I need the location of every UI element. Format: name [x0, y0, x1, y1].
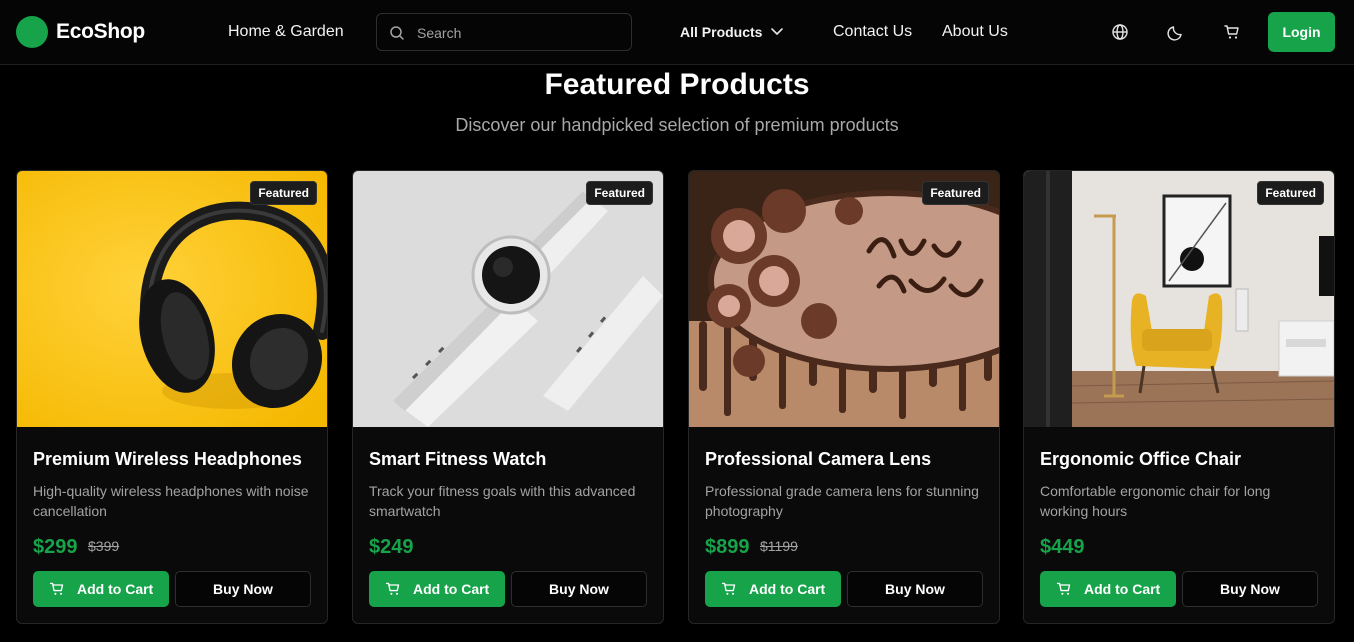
add-to-cart-label: Add to Cart [77, 581, 154, 597]
product-description: Comfortable ergonomic chair for long wor… [1040, 483, 1271, 519]
cart-icon[interactable] [1222, 22, 1242, 42]
add-to-cart-button[interactable]: Add to Cart [33, 571, 169, 607]
product-name[interactable]: Professional Camera Lens [705, 449, 931, 470]
moon-icon[interactable] [1166, 22, 1186, 42]
buy-now-button[interactable]: Buy Now [1182, 571, 1318, 607]
add-to-cart-label: Add to Cart [749, 581, 826, 597]
add-to-cart-button[interactable]: Add to Cart [1040, 571, 1176, 607]
product-card[interactable]: Featured Premium Wireless Headphones Hig… [16, 170, 328, 624]
brand-logo-icon[interactable] [16, 16, 48, 48]
section-subtitle: Discover our handpicked selection of pre… [455, 115, 899, 135]
buy-now-button[interactable]: Buy Now [847, 571, 983, 607]
buy-now-button[interactable]: Buy Now [511, 571, 647, 607]
add-to-cart-label: Add to Cart [413, 581, 490, 597]
featured-badge: Featured [250, 181, 317, 205]
globe-icon[interactable] [1110, 22, 1130, 42]
product-price: $449 [1040, 536, 1085, 558]
nav-link-about[interactable]: About Us [942, 23, 1008, 41]
featured-badge: Featured [586, 181, 653, 205]
product-description: Track your fitness goals with this advan… [369, 483, 636, 519]
add-to-cart-button[interactable]: Add to Cart [369, 571, 505, 607]
login-button[interactable]: Login [1268, 12, 1335, 52]
product-old-price: $399 [88, 538, 120, 554]
add-to-cart-button[interactable]: Add to Cart [705, 571, 841, 607]
featured-badge: Featured [922, 181, 989, 205]
product-name[interactable]: Smart Fitness Watch [369, 449, 546, 470]
all-products-dropdown[interactable]: All Products [680, 24, 762, 40]
product-description: Professional grade camera lens for stunn… [705, 483, 979, 519]
product-name[interactable]: Premium Wireless Headphones [33, 449, 302, 470]
product-card[interactable]: Featured Smart Fitness Watch Track your … [352, 170, 664, 624]
section-title: Featured Products [544, 68, 810, 101]
cart-icon [49, 582, 64, 595]
product-image-watch[interactable]: Featured [353, 171, 663, 427]
product-card[interactable]: Featured Ergonomic Office Chair Comforta… [1023, 170, 1335, 624]
product-name[interactable]: Ergonomic Office Chair [1040, 449, 1241, 470]
chevron-down-icon[interactable] [770, 26, 784, 38]
product-description: High-quality wireless headphones with no… [33, 483, 309, 519]
nav-link-contact[interactable]: Contact Us [833, 23, 912, 41]
product-price: $899 [705, 536, 750, 558]
product-image-room-chair[interactable]: Featured [1024, 171, 1334, 427]
product-old-price: $1199 [760, 538, 798, 554]
cart-icon [1056, 582, 1071, 595]
product-price: $299 [33, 536, 78, 558]
search-icon [390, 26, 404, 40]
featured-badge: Featured [1257, 181, 1324, 205]
buy-now-button[interactable]: Buy Now [175, 571, 311, 607]
product-image-cake[interactable]: Featured [689, 171, 999, 427]
cart-icon [385, 582, 400, 595]
nav-link-home-garden[interactable]: Home & Garden [228, 23, 344, 41]
product-card[interactable]: Featured Professional Camera Lens Profes… [688, 170, 1000, 624]
product-image-headphones[interactable]: Featured [17, 171, 327, 427]
cart-icon [721, 582, 736, 595]
search-input[interactable] [417, 22, 617, 44]
add-to-cart-label: Add to Cart [1084, 581, 1161, 597]
product-price: $249 [369, 536, 414, 558]
search-box[interactable] [376, 13, 632, 51]
top-navbar: EcoShop Home & Garden All Products Conta… [0, 0, 1354, 65]
brand-name[interactable]: EcoShop [56, 20, 145, 44]
